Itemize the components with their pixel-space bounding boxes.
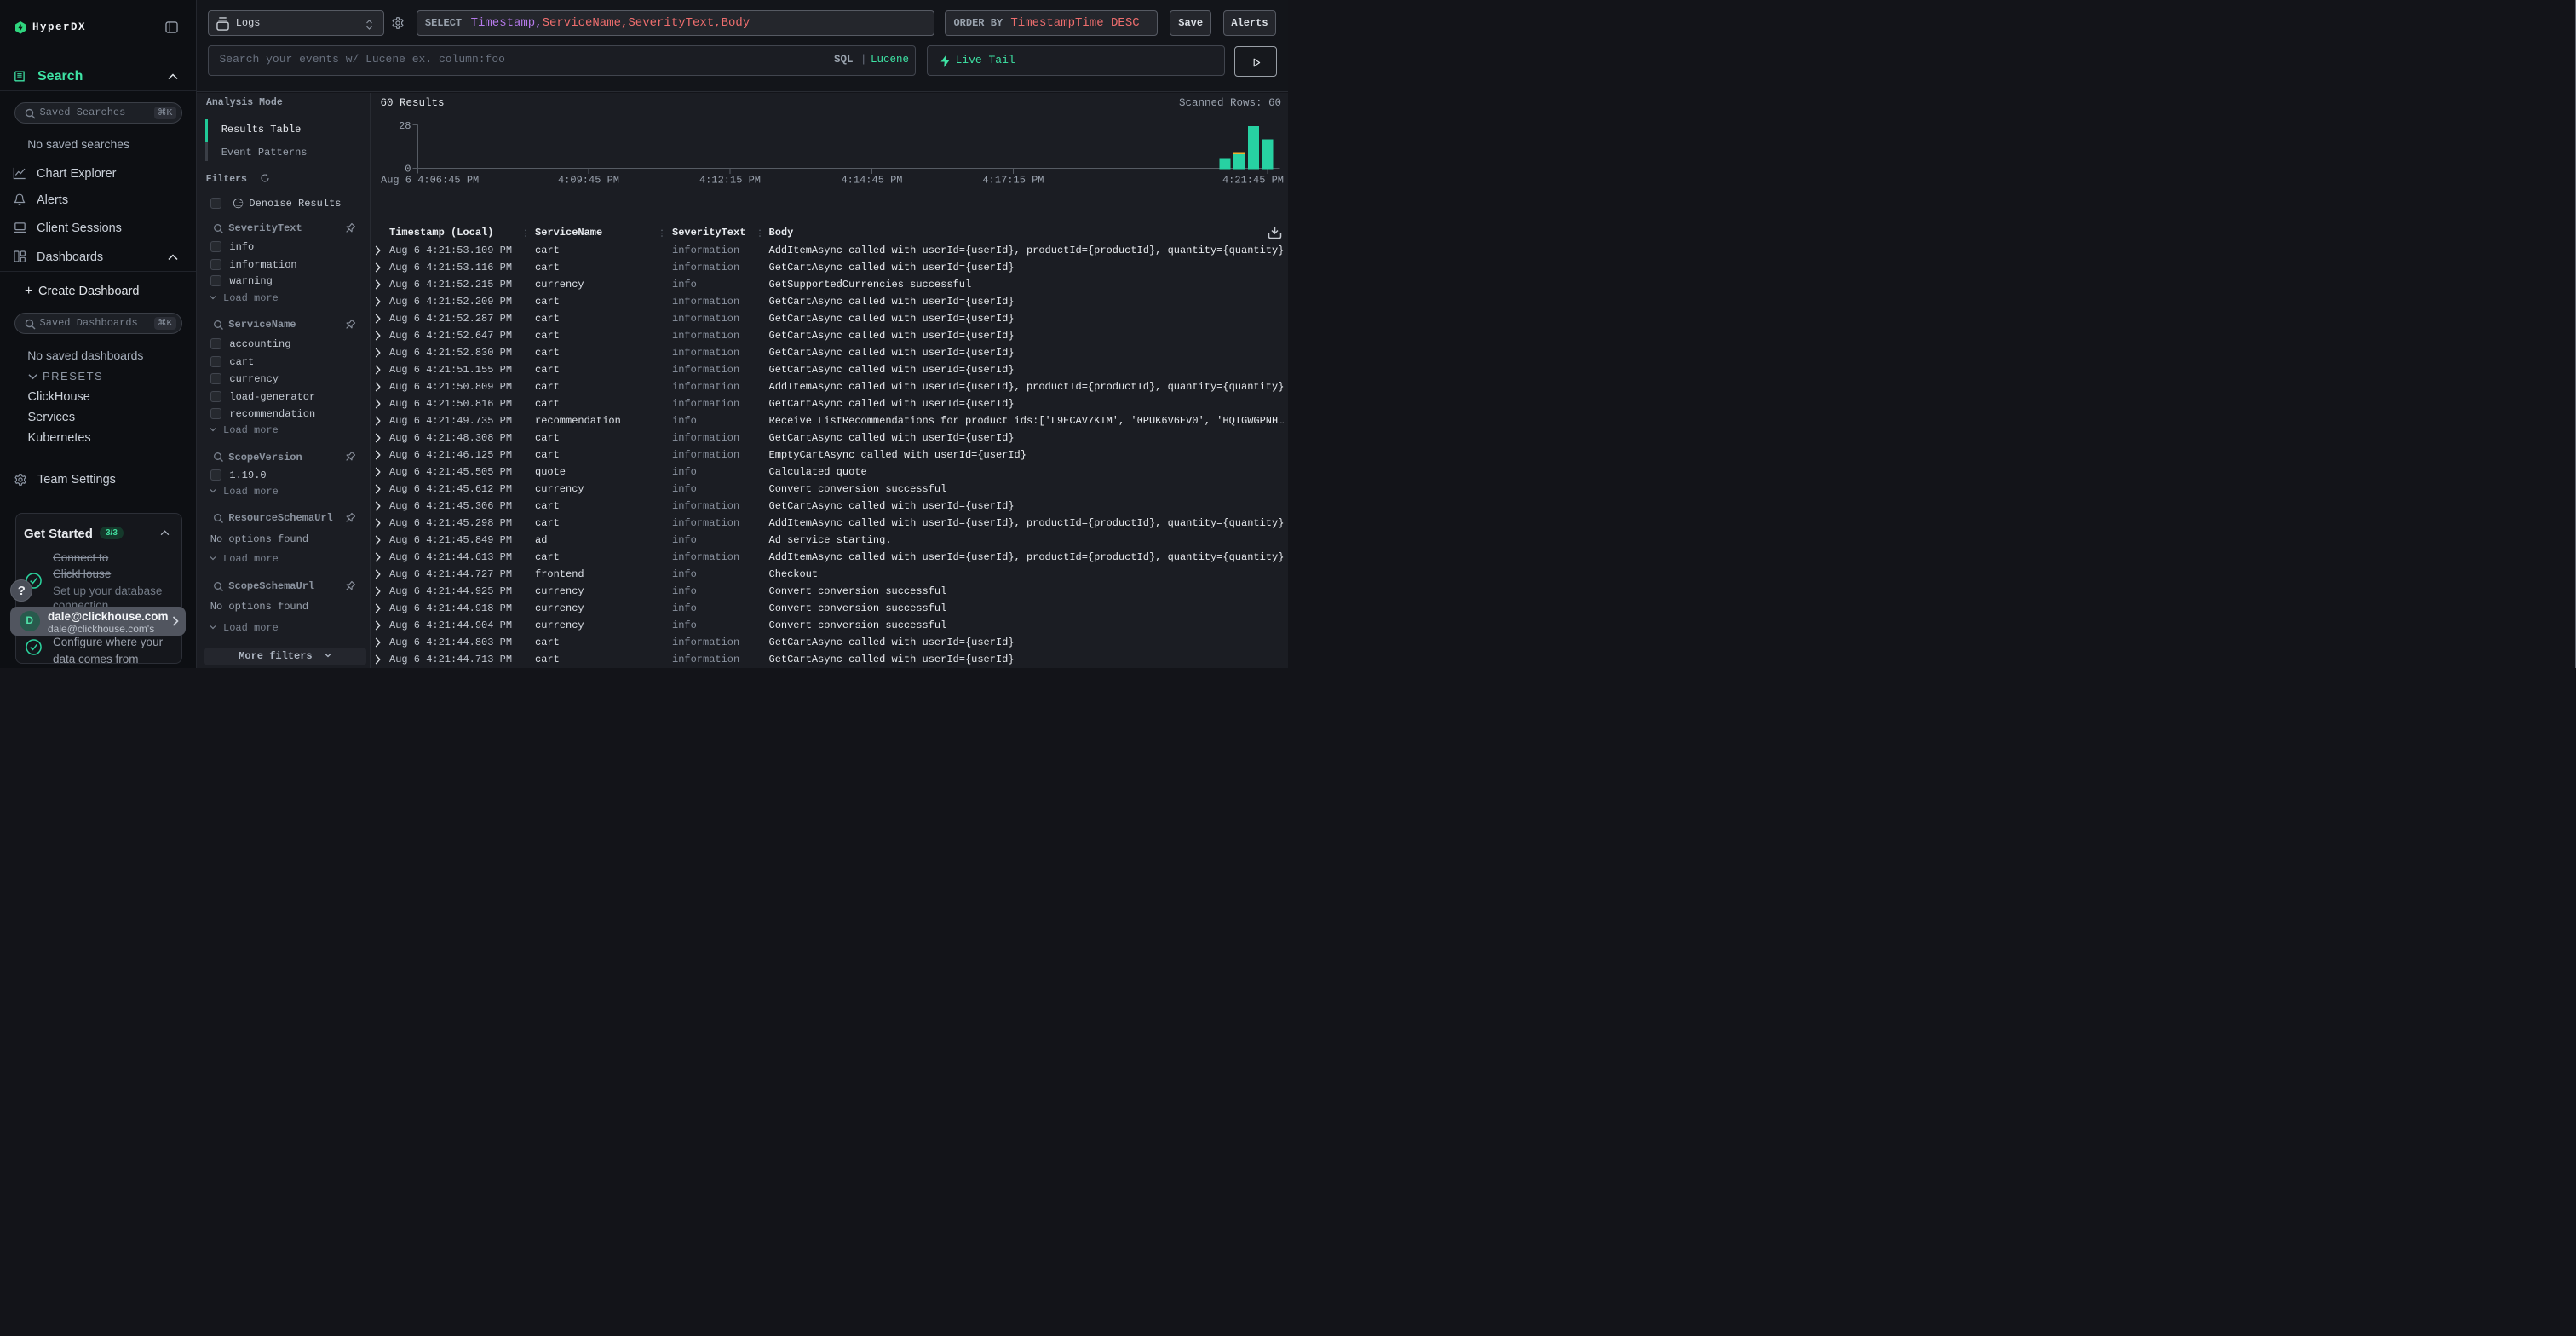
svg-text:4:09:45 PM: 4:09:45 PM	[558, 175, 619, 187]
svg-text:0: 0	[405, 164, 411, 176]
svg-text:4:14:45 PM: 4:14:45 PM	[841, 175, 902, 187]
svg-text:4:21:45 PM: 4:21:45 PM	[1222, 175, 1284, 187]
svg-text:4:17:15 PM: 4:17:15 PM	[982, 175, 1044, 187]
svg-text:Aug 6 4:06:45 PM: Aug 6 4:06:45 PM	[381, 175, 479, 187]
svg-text:4:12:15 PM: 4:12:15 PM	[699, 175, 761, 187]
svg-text:28: 28	[399, 120, 411, 132]
